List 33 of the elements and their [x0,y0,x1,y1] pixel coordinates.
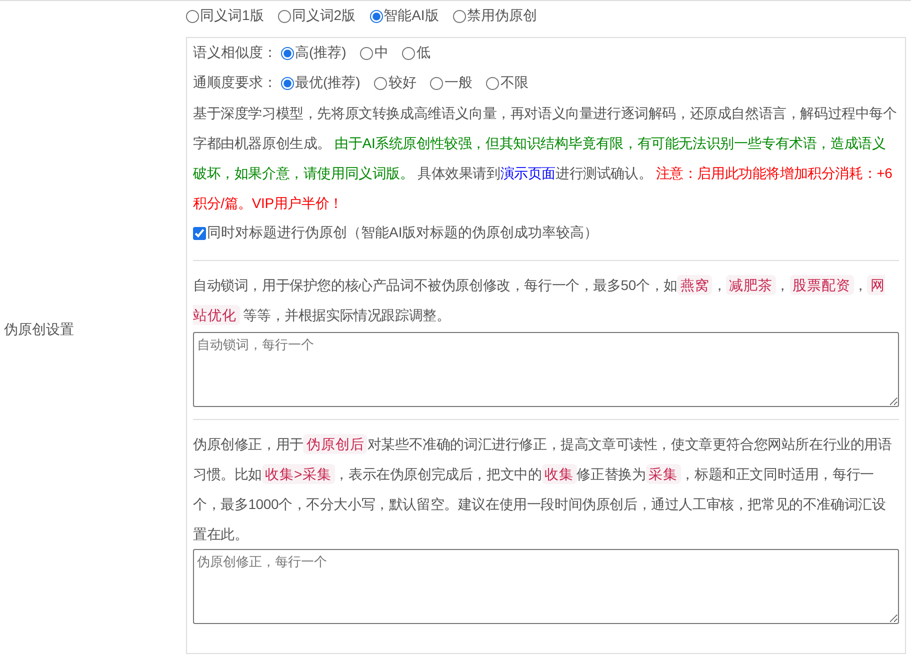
radio-button[interactable] [402,46,416,60]
description-text: 伪原创修正，用于 伪原创后 对某些不准确的词汇进行修正，提高文章可读性，使文章更符合您网站所在行业的用语习惯。比如 收集>采集 ，表示在伪原创完成后，把文中的 收集 修正替换为 采集 ，标题和正文同时适用，每行一个，最多1000个，不分大小写，默认留空。建议在使用一段时间伪原创后，通过人工审核，把常见的不准确词汇设置在此。 [193,433,893,544]
option-label[interactable]: 中 [374,44,388,62]
radio-button[interactable] [360,46,374,60]
lock-words-field[interactable]: 自动锁词，每行一个 [193,332,899,407]
checkbox[interactable] [193,226,206,240]
option-label[interactable]: 同义词1版 [200,7,264,25]
option-label[interactable]: 低 [416,44,430,62]
radio-button[interactable] [486,76,500,90]
option-label[interactable]: 高(推荐) [295,44,346,62]
radio-button[interactable] [186,10,199,22]
option-label[interactable]: 最优(推荐) [295,74,360,92]
checkbox-label[interactable]: 同时对标题进行伪原创（智能AI版对标题的伪原创成功率较高） [207,224,598,242]
radio-button[interactable] [370,10,383,22]
option-label[interactable]: 不限 [500,74,528,92]
radio-button[interactable] [430,76,444,90]
radio-button[interactable] [281,46,294,60]
demo-link[interactable]: 演示页面 [500,165,556,181]
description-text: 自动锁词，用于保护您的核心产品词不被伪原创修改，每行一个，最多50个，如 燕窝 ， 减肥茶 ， 股票配资 ， 网站优化 等等，并根据实际情况跟踪调整。 [193,274,886,327]
field-label: 语义相似度： [193,44,277,62]
option-label[interactable]: 智能AI版 [384,7,439,25]
option-label[interactable]: 一般 [444,74,472,92]
description-text: 基于深度学习模型，先将原文转换成高维语义向量，再对语义向量进行逐词解码，还原成自然语言，解码过程中每个字都由机器原创生成。 由于AI系统原创性较强，但其知识结构毕竟有限，有可能无法识别一些专有术语，造成语义破坏，如果介意，请使用同义词版。 具体效果请到演示页面进行测试确认。 注意：启用此功能将增加积分消耗：+6积分/篇。VIP用户半价！ [193,104,898,213]
radio-button[interactable] [281,76,294,90]
corrections-field[interactable]: 伪原创修正，每行一个 [193,549,899,624]
radio-button[interactable] [278,10,291,22]
option-label[interactable]: 禁用伪原创 [466,7,537,25]
section-label: 伪原创设置 [3,321,75,339]
option-label[interactable]: 同义词2版 [292,7,356,25]
radio-button[interactable] [374,76,388,90]
field-label: 通顺度要求： [193,74,277,92]
radio-button[interactable] [452,10,466,22]
option-label[interactable]: 较好 [388,74,416,92]
